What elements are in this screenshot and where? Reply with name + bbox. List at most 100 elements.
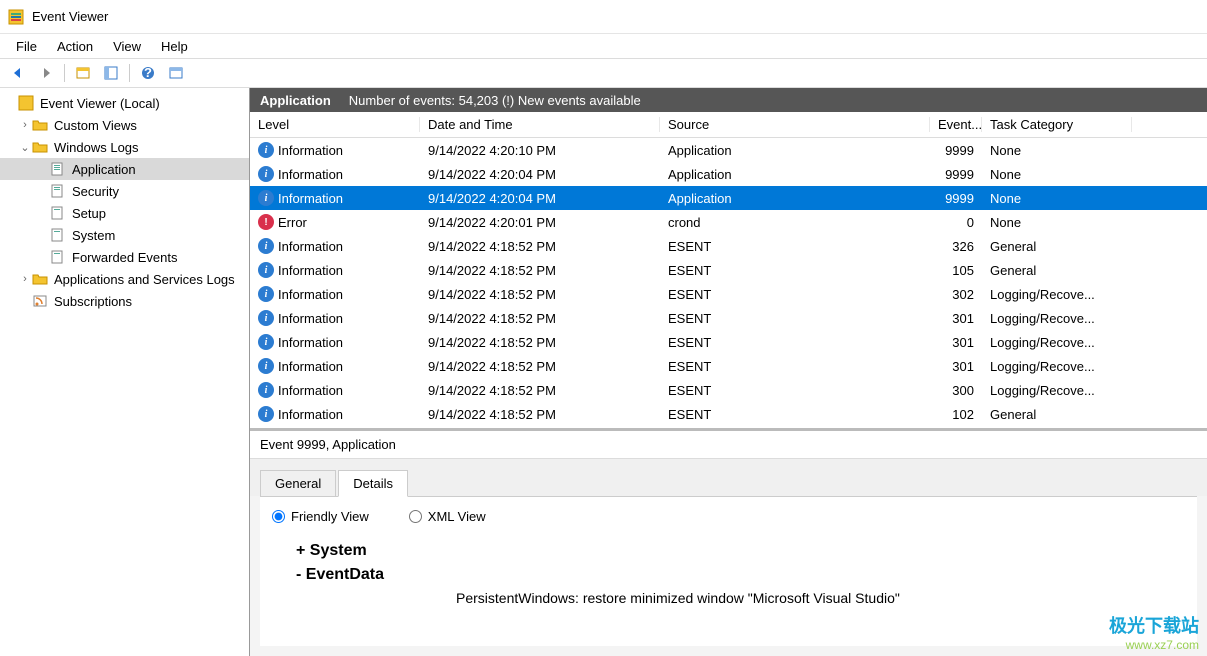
log-count: Number of events: 54,203 (!) New events … (349, 93, 641, 108)
tree-custom-views[interactable]: › Custom Views (0, 114, 249, 136)
event-date: 9/14/2022 4:20:04 PM (420, 167, 660, 182)
radio-xml-view[interactable]: XML View (409, 509, 486, 524)
event-task: None (982, 191, 1132, 206)
navigation-tree[interactable]: Event Viewer (Local) › Custom Views ⌄ Wi… (0, 88, 250, 656)
expander-icon[interactable]: › (18, 273, 32, 285)
refresh-button[interactable] (164, 62, 188, 84)
menu-file[interactable]: File (6, 36, 47, 57)
info-icon (258, 238, 274, 254)
event-id: 301 (930, 335, 982, 350)
event-row[interactable]: Information9/14/2022 4:18:52 PMESENT105G… (250, 258, 1207, 282)
event-row[interactable]: Information9/14/2022 4:18:52 PMESENT302L… (250, 282, 1207, 306)
expander-icon[interactable]: › (18, 119, 32, 131)
event-source: ESENT (660, 335, 930, 350)
event-list[interactable]: Information9/14/2022 4:20:10 PMApplicati… (250, 138, 1207, 428)
folder-icon (32, 117, 48, 133)
column-task[interactable]: Task Category (982, 117, 1132, 132)
column-event[interactable]: Event... (930, 117, 982, 132)
content-pane: Application Number of events: 54,203 (!)… (250, 88, 1207, 656)
event-row[interactable]: Information9/14/2022 4:18:52 PMESENT301L… (250, 330, 1207, 354)
event-row[interactable]: Information9/14/2022 4:20:04 PMApplicati… (250, 162, 1207, 186)
event-id: 9999 (930, 143, 982, 158)
tree-forwarded-events[interactable]: Forwarded Events (0, 246, 249, 268)
tab-general[interactable]: General (260, 470, 336, 496)
tree-application[interactable]: Application (0, 158, 249, 180)
event-row[interactable]: Information9/14/2022 4:20:10 PMApplicati… (250, 138, 1207, 162)
tree-setup[interactable]: Setup (0, 202, 249, 224)
radio-friendly-label: Friendly View (291, 509, 369, 524)
event-level: Information (278, 383, 343, 398)
event-row[interactable]: Information9/14/2022 4:18:52 PMESENT326G… (250, 234, 1207, 258)
expander-icon[interactable]: ⌄ (18, 141, 32, 154)
event-date: 9/14/2022 4:20:04 PM (420, 191, 660, 206)
event-date: 9/14/2022 4:18:52 PM (420, 263, 660, 278)
event-level: Information (278, 311, 343, 326)
tree-security[interactable]: Security (0, 180, 249, 202)
event-date: 9/14/2022 4:18:52 PM (420, 239, 660, 254)
column-level[interactable]: Level (250, 117, 420, 132)
tree-windows-logs[interactable]: ⌄ Windows Logs (0, 136, 249, 158)
tree-label: Subscriptions (52, 293, 134, 310)
xml-system-node[interactable]: + System (296, 542, 1185, 560)
radio-friendly-view[interactable]: Friendly View (272, 509, 369, 524)
toolbar: ? (0, 58, 1207, 88)
event-row[interactable]: Error9/14/2022 4:20:01 PMcrond0None (250, 210, 1207, 234)
log-name: Application (260, 93, 331, 108)
event-row[interactable]: Information9/14/2022 4:18:52 PMESENT301L… (250, 306, 1207, 330)
details-title: Event 9999, Application (250, 431, 1207, 459)
tree-label: Windows Logs (52, 139, 141, 156)
info-icon (258, 166, 274, 182)
column-source[interactable]: Source (660, 117, 930, 132)
info-icon (258, 262, 274, 278)
xml-eventdata-node[interactable]: - EventData (296, 566, 1185, 584)
tree-label: Forwarded Events (70, 249, 180, 266)
tree-applications-services-logs[interactable]: › Applications and Services Logs (0, 268, 249, 290)
event-row[interactable]: Information9/14/2022 4:18:52 PMESENT301L… (250, 354, 1207, 378)
event-task: General (982, 239, 1132, 254)
event-task: Logging/Recove... (982, 311, 1132, 326)
info-icon (258, 358, 274, 374)
tree-root[interactable]: Event Viewer (Local) (0, 92, 249, 114)
tab-details[interactable]: Details (338, 470, 408, 497)
event-task: General (982, 407, 1132, 422)
properties-button[interactable] (99, 62, 123, 84)
back-button[interactable] (6, 62, 30, 84)
event-task: General (982, 263, 1132, 278)
forward-button[interactable] (34, 62, 58, 84)
app-icon (8, 9, 24, 25)
menu-action[interactable]: Action (47, 36, 103, 57)
tab-body: Friendly View XML View + System - EventD… (260, 496, 1197, 646)
log-icon (50, 161, 66, 177)
tree-system[interactable]: System (0, 224, 249, 246)
event-level: Information (278, 191, 343, 206)
folder-icon (32, 271, 48, 287)
event-id: 301 (930, 311, 982, 326)
event-level: Information (278, 263, 343, 278)
info-icon (258, 310, 274, 326)
tree-subscriptions[interactable]: Subscriptions (0, 290, 249, 312)
event-task: Logging/Recove... (982, 359, 1132, 374)
toolbar-separator (129, 64, 130, 82)
menu-help[interactable]: Help (151, 36, 198, 57)
event-row[interactable]: Information9/14/2022 4:18:52 PMESENT102G… (250, 402, 1207, 426)
column-date[interactable]: Date and Time (420, 117, 660, 132)
radio-xml-input[interactable] (409, 510, 422, 523)
radio-friendly-input[interactable] (272, 510, 285, 523)
tree-label: Custom Views (52, 117, 139, 134)
info-icon (258, 382, 274, 398)
help-button[interactable]: ? (136, 62, 160, 84)
event-row[interactable]: Information9/14/2022 4:20:04 PMApplicati… (250, 186, 1207, 210)
show-hide-tree-button[interactable] (71, 62, 95, 84)
event-level: Information (278, 287, 343, 302)
event-row[interactable]: Information9/14/2022 4:18:52 PMESENT300L… (250, 378, 1207, 402)
event-task: Logging/Recove... (982, 383, 1132, 398)
info-icon (258, 286, 274, 302)
event-xml-block: + System - EventData PersistentWindows: … (296, 542, 1185, 606)
info-icon (258, 142, 274, 158)
menu-view[interactable]: View (103, 36, 151, 57)
info-icon (258, 190, 274, 206)
event-task: None (982, 143, 1132, 158)
event-source: ESENT (660, 311, 930, 326)
event-source: ESENT (660, 359, 930, 374)
event-source: ESENT (660, 239, 930, 254)
